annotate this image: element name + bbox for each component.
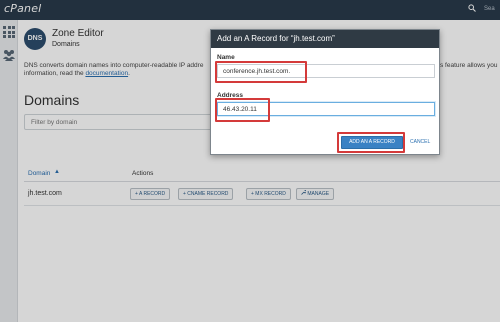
dialog-header: Add an A Record for “jh.test.com”	[211, 30, 439, 48]
cancel-button[interactable]: CANCEL	[410, 139, 430, 145]
add-a-record-dialog: Add an A Record for “jh.test.com” Name c…	[210, 29, 440, 155]
dialog-title: Add an A Record for “jh.test.com”	[217, 34, 335, 43]
name-label: Name	[217, 54, 235, 61]
name-highlight-box	[215, 61, 307, 83]
submit-highlight-box	[337, 132, 405, 153]
address-highlight-box	[215, 98, 270, 122]
